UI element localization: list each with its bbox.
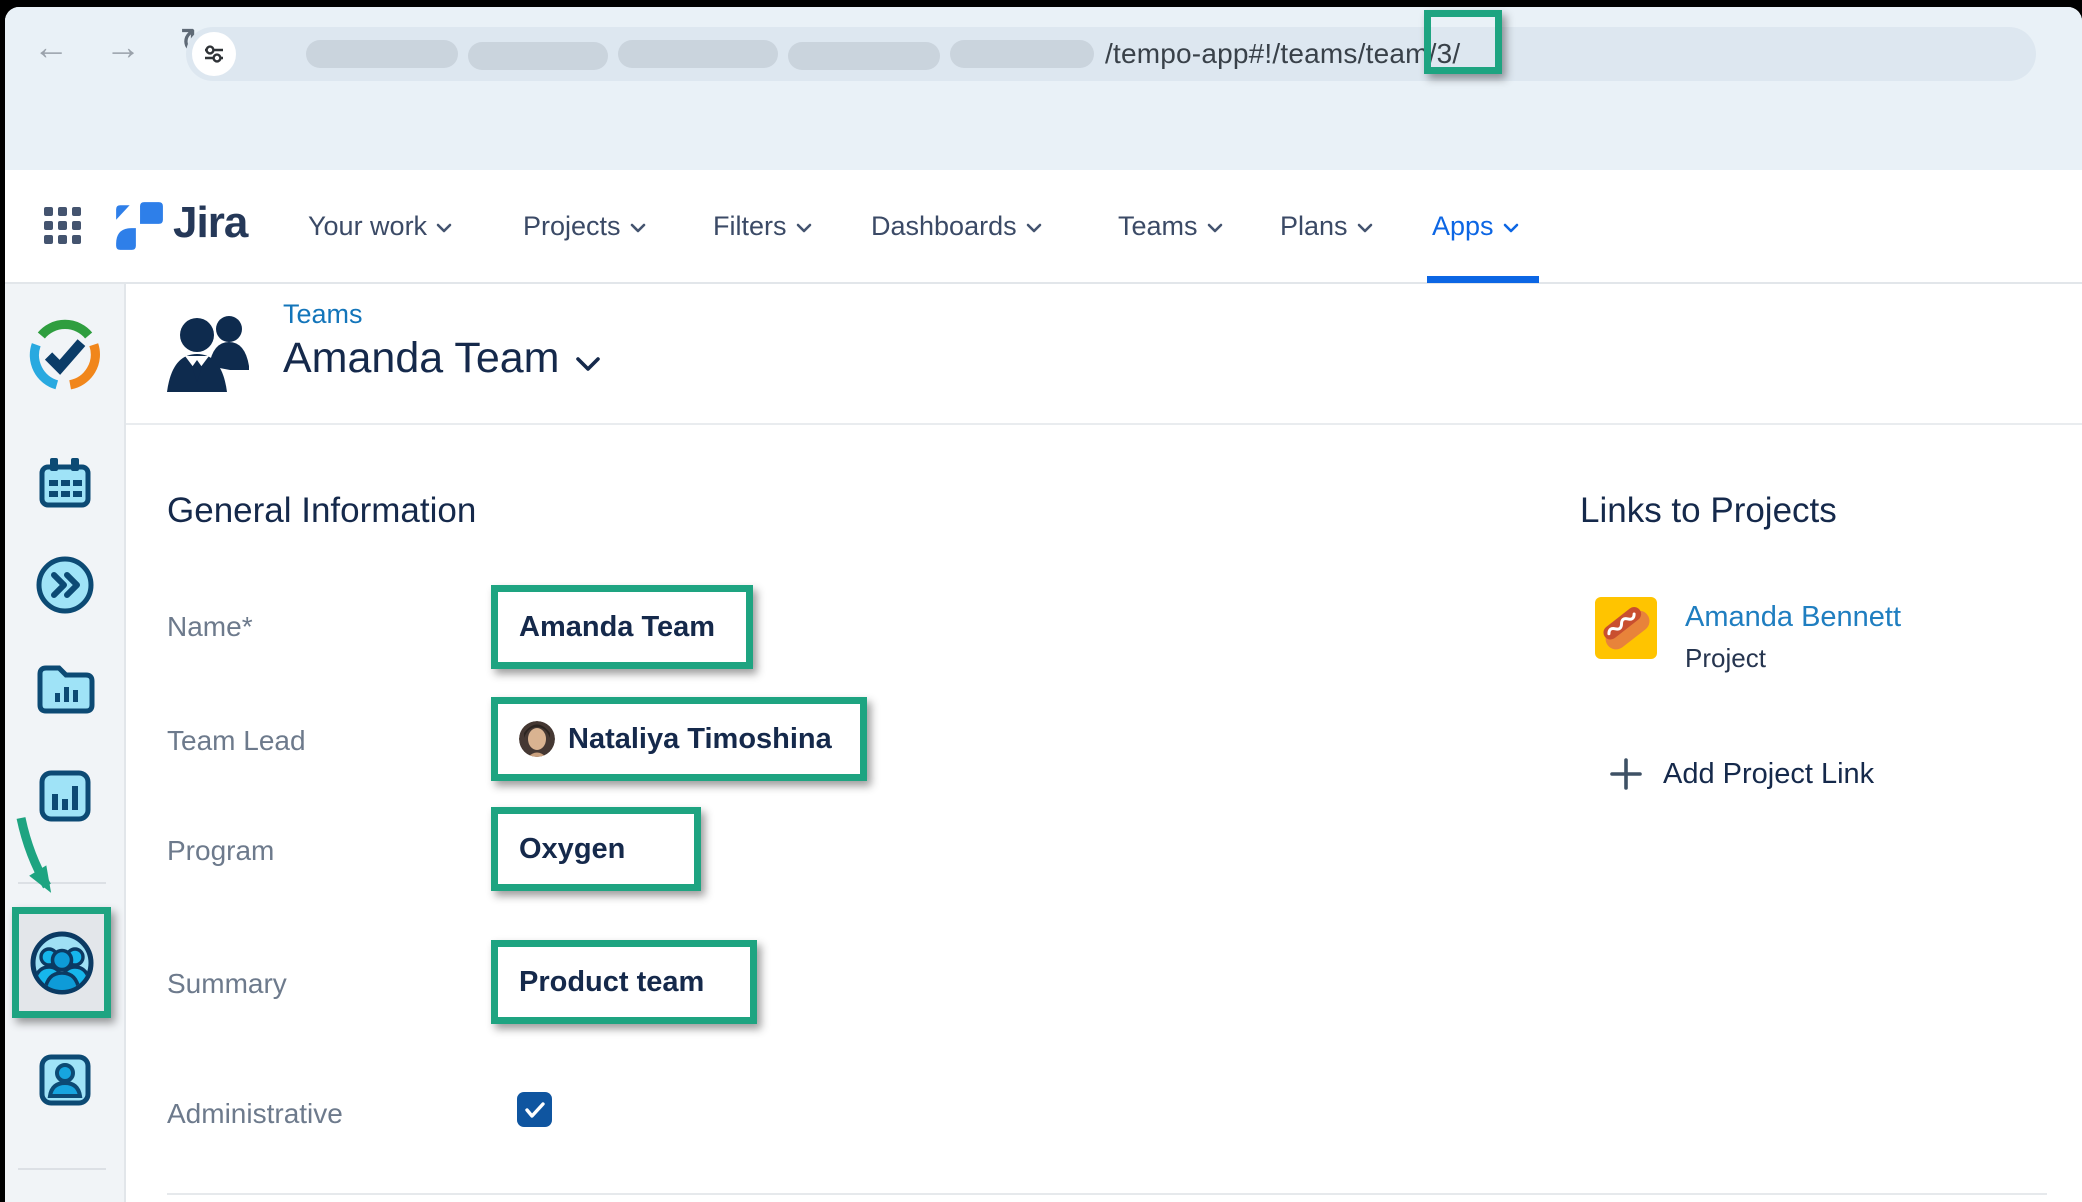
nav-item-label: Plans xyxy=(1280,211,1348,242)
nav-item-label: Filters xyxy=(713,211,787,242)
jira-logo-icon[interactable] xyxy=(113,200,165,252)
general-info-heading: General Information xyxy=(167,491,476,531)
address-bar[interactable]: /tempo-app#!/teams/team/3/ xyxy=(186,27,2036,81)
add-project-link-button[interactable]: Add Project Link xyxy=(1609,757,1874,791)
jira-navbar: Jira Your work Projects Filters Dashboar… xyxy=(5,170,2082,284)
team-name-title: Amanda Team xyxy=(283,334,559,383)
project-link[interactable]: Amanda Bennett xyxy=(1685,601,1901,634)
administrative-label: Administrative xyxy=(167,1098,343,1130)
chevron-down-icon xyxy=(1207,223,1223,233)
redacted-url-segment xyxy=(788,42,940,70)
program-value: Oxygen xyxy=(519,833,625,866)
person-card-icon[interactable] xyxy=(37,1052,93,1108)
nav-item-label: Dashboards xyxy=(871,211,1017,242)
chevron-down-icon[interactable] xyxy=(575,356,601,372)
nav-item-label: Your work xyxy=(308,211,427,242)
chevron-down-icon xyxy=(630,223,646,233)
folder-report-icon[interactable] xyxy=(35,663,95,717)
tempo-sidebar xyxy=(5,284,126,1202)
summary-value: Product team xyxy=(519,966,704,999)
chevron-down-icon xyxy=(436,223,452,233)
team-lead-avatar xyxy=(519,721,555,757)
nav-item-projects[interactable]: Projects xyxy=(523,170,646,282)
sidebar-divider xyxy=(18,1168,106,1170)
skip-chevrons-icon[interactable] xyxy=(35,555,95,615)
project-type: Project xyxy=(1685,643,1766,674)
teams-icon xyxy=(30,931,94,995)
annotation-box-url-team-id xyxy=(1424,10,1502,74)
links-to-projects-heading: Links to Projects xyxy=(1580,491,1837,531)
team-avatar-icon xyxy=(165,312,261,392)
team-lead-value: Nataliya Timoshina xyxy=(568,723,832,756)
calendar-icon[interactable] xyxy=(37,455,93,511)
team-lead-label: Team Lead xyxy=(167,725,306,757)
nav-item-dashboards[interactable]: Dashboards xyxy=(871,170,1042,282)
main-content: Teams Amanda Team General Information Na… xyxy=(126,284,2082,1202)
nav-item-your-work[interactable]: Your work xyxy=(308,170,452,282)
jira-wordmark[interactable]: Jira xyxy=(173,198,247,248)
name-value: Amanda Team xyxy=(519,611,715,644)
browser-window: ← → ↻ /tempo-app#!/teams/team/3/ xyxy=(5,7,2082,1202)
program-label: Program xyxy=(167,835,274,867)
name-label: Name* xyxy=(167,611,253,643)
nav-item-filters[interactable]: Filters xyxy=(713,170,812,282)
program-field[interactable]: Oxygen xyxy=(491,807,701,891)
chevron-down-icon xyxy=(1026,223,1042,233)
section-divider xyxy=(167,1193,2047,1195)
check-icon xyxy=(524,1101,546,1119)
back-icon[interactable]: ← xyxy=(33,25,69,69)
add-project-link-label: Add Project Link xyxy=(1663,758,1874,791)
annotation-arrow xyxy=(11,814,69,908)
nav-item-label: Teams xyxy=(1118,211,1198,242)
chevron-down-icon xyxy=(1357,223,1373,233)
project-avatar[interactable] xyxy=(1595,597,1657,659)
forward-icon[interactable]: → xyxy=(105,25,141,69)
team-lead-field[interactable]: Nataliya Timoshina xyxy=(491,697,867,781)
active-nav-underline xyxy=(1427,276,1539,283)
nav-item-label: Apps xyxy=(1432,211,1494,242)
nav-item-teams[interactable]: Teams xyxy=(1118,170,1223,282)
administrative-checkbox[interactable] xyxy=(517,1092,552,1127)
nav-item-apps[interactable]: Apps xyxy=(1432,170,1519,282)
redacted-url-segment xyxy=(618,40,778,68)
tempo-logo-icon[interactable] xyxy=(28,318,102,392)
site-settings-chip[interactable] xyxy=(192,32,236,76)
summary-label: Summary xyxy=(167,968,287,1000)
breadcrumb-teams[interactable]: Teams xyxy=(283,299,363,330)
name-field[interactable]: Amanda Team xyxy=(491,585,753,669)
redacted-url-segment xyxy=(306,40,458,68)
chevron-down-icon xyxy=(796,223,812,233)
sidebar-item-teams[interactable] xyxy=(12,907,111,1018)
page-title: Amanda Team xyxy=(283,334,601,383)
plus-icon xyxy=(1609,757,1643,791)
tune-icon xyxy=(202,42,226,66)
header-divider xyxy=(126,423,2082,425)
summary-field[interactable]: Product team xyxy=(491,940,757,1024)
url-visible-path: /tempo-app#!/teams/team/3/ xyxy=(1105,39,1460,69)
nav-item-plans[interactable]: Plans xyxy=(1280,170,1373,282)
app-switcher-icon[interactable] xyxy=(43,206,83,246)
chevron-down-icon xyxy=(1503,223,1519,233)
hotdog-icon xyxy=(1595,597,1657,659)
redacted-url-segment xyxy=(468,42,608,70)
redacted-url-segment xyxy=(950,40,1094,68)
nav-item-label: Projects xyxy=(523,211,621,242)
browser-toolbar: ← → ↻ /tempo-app#!/teams/team/3/ xyxy=(5,7,2082,170)
